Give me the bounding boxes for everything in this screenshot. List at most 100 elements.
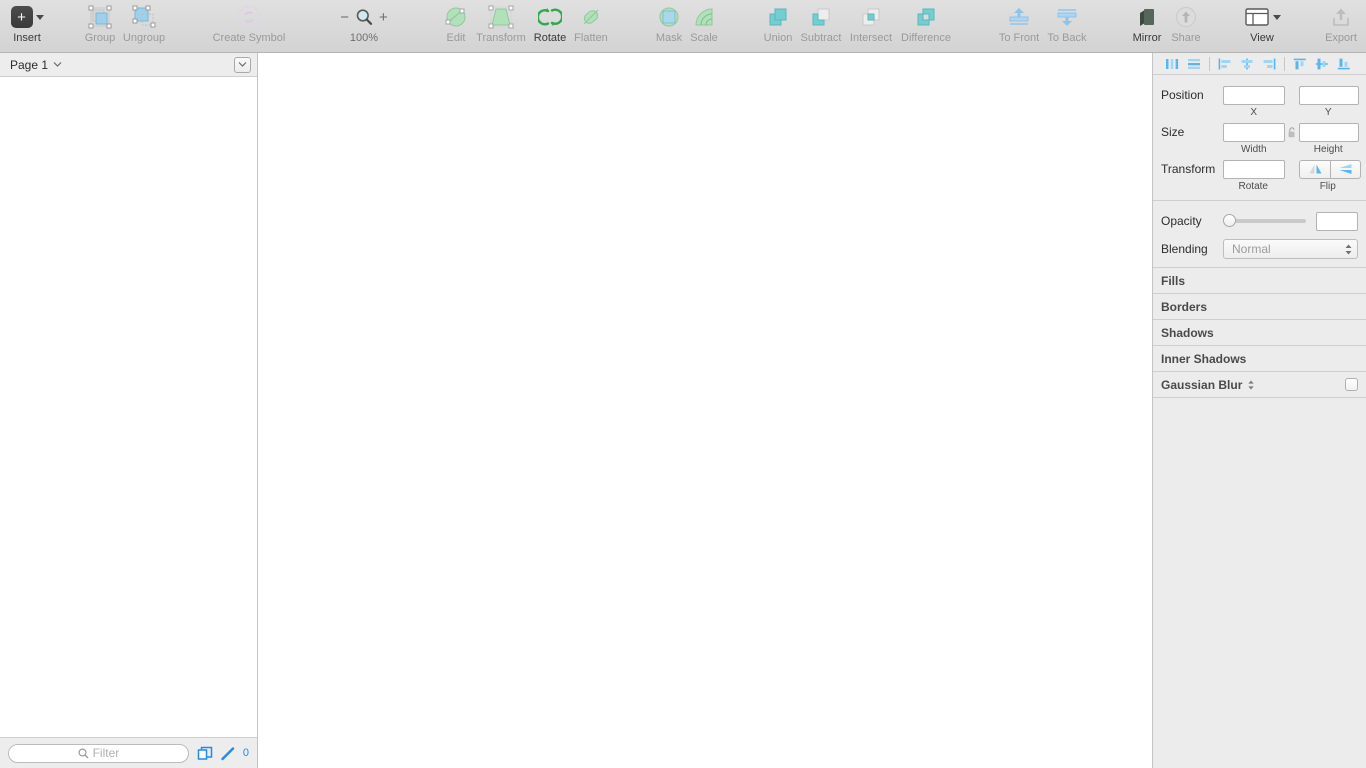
align-bottom-button[interactable] (1333, 54, 1355, 74)
toolbar-export[interactable]: Export (1317, 4, 1365, 44)
page-selector-bar[interactable]: Page 1 (0, 53, 257, 77)
size-height-sublabel: Height (1313, 144, 1343, 155)
toolbar-rotate-label: Rotate (533, 32, 567, 44)
main-toolbar: + Insert Group Ungroup Create Symbol − +… (0, 0, 1366, 53)
page-selector[interactable]: Page 1 (10, 58, 62, 72)
section-inner-shadows-title: Inner Shadows (1161, 351, 1247, 366)
artboards-icon[interactable] (197, 746, 213, 761)
difference-icon (914, 4, 938, 30)
align-right-button[interactable] (1258, 54, 1280, 74)
toolbar-create-symbol-label: Create Symbol (212, 32, 286, 44)
section-fills[interactable]: Fills (1153, 268, 1366, 294)
position-row: Position (1153, 83, 1366, 107)
toolbar-export-label: Export (1325, 32, 1357, 44)
toolbar-intersect-label: Intersect (849, 32, 893, 44)
toolbar-transform[interactable]: Transform (467, 4, 535, 44)
toolbar-difference[interactable]: Difference (893, 4, 959, 44)
toolbar-subtract[interactable]: Subtract (793, 4, 849, 44)
layers-sidebar: Page 1 Filter 0 (0, 53, 258, 768)
section-gaussian-blur-title: Gaussian Blur (1161, 378, 1255, 392)
flip-vertical-button[interactable] (1330, 159, 1361, 179)
distribute-horizontal-icon (1166, 58, 1179, 69)
inspector-empty-area (1153, 398, 1366, 768)
position-x-sublabel: X (1250, 107, 1258, 118)
size-label: Size (1161, 125, 1185, 139)
size-width-sublabel: Width (1240, 144, 1267, 155)
toolbar-to-front[interactable]: To Front (993, 4, 1045, 44)
position-sublabels: X Y (1153, 107, 1366, 120)
section-gaussian-blur[interactable]: Gaussian Blur (1153, 372, 1366, 398)
toolbar-scale-label: Scale (690, 32, 718, 44)
gaussian-blur-label: Gaussian Blur (1161, 377, 1243, 392)
zoom-out-icon[interactable]: − (340, 10, 349, 25)
distribute-vertically-button[interactable] (1183, 54, 1205, 74)
section-inner-shadows[interactable]: Inner Shadows (1153, 346, 1366, 372)
toolbar-divider-2 (1284, 56, 1285, 71)
flatten-icon (579, 4, 603, 30)
size-height-input[interactable] (1299, 122, 1359, 142)
rotate-sublabel: Rotate (1238, 181, 1268, 192)
size-width-input[interactable] (1223, 122, 1285, 142)
toolbar-transform-label: Transform (476, 32, 526, 44)
group-icon (87, 4, 113, 30)
toolbar-flatten[interactable]: Flatten (569, 4, 613, 44)
distribute-horizontally-button[interactable] (1161, 54, 1183, 74)
mask-icon (657, 4, 681, 30)
zoom-level-label: 100% (349, 32, 379, 44)
position-y-input[interactable] (1299, 85, 1359, 105)
filter-placeholder: Filter (92, 746, 120, 760)
align-bottom-icon (1337, 58, 1350, 69)
toolbar-to-back[interactable]: To Back (1041, 4, 1093, 44)
section-borders-title: Borders (1161, 299, 1208, 314)
flip-horizontal-button[interactable] (1299, 159, 1330, 179)
toolbar-ungroup[interactable]: Ungroup (119, 4, 169, 44)
toolbar-intersect[interactable]: Intersect (843, 4, 899, 44)
toolbar-share-label: Share (1171, 32, 1201, 44)
align-center-button[interactable] (1236, 54, 1258, 74)
canvas-area[interactable] (258, 53, 1152, 768)
rotate-input[interactable] (1223, 159, 1285, 179)
toolbar-create-symbol[interactable]: Create Symbol (207, 4, 291, 44)
stepper-icon[interactable] (1247, 379, 1255, 391)
gaussian-blur-checkbox[interactable] (1345, 378, 1358, 391)
lock-open-icon[interactable] (1285, 126, 1299, 138)
toolbar-scale[interactable]: Scale (684, 4, 724, 44)
toolbar-insert[interactable]: + Insert (5, 4, 49, 44)
sketch-app-window: + Insert Group Ungroup Create Symbol − +… (0, 0, 1366, 768)
transform-label: Transform (1161, 162, 1216, 176)
toolbar-edit-label: Edit (446, 32, 466, 44)
stepper-icon (1345, 244, 1352, 254)
position-y-sublabel: Y (1324, 107, 1332, 118)
opacity-slider-handle[interactable] (1223, 214, 1236, 227)
plus-square-icon: + (10, 4, 44, 30)
opacity-slider[interactable] (1223, 214, 1306, 227)
align-top-button[interactable] (1289, 54, 1311, 74)
align-middle-button[interactable] (1311, 54, 1333, 74)
section-fills-title: Fills (1161, 273, 1186, 288)
intersect-icon (859, 4, 883, 30)
align-left-icon (1218, 58, 1231, 69)
zoom-in-icon[interactable]: + (379, 10, 388, 25)
page-options-button[interactable] (234, 56, 251, 73)
align-left-button[interactable] (1214, 54, 1236, 74)
size-row: Size (1153, 120, 1366, 144)
layer-list[interactable] (0, 77, 257, 738)
section-borders[interactable]: Borders (1153, 294, 1366, 320)
pen-icon[interactable] (221, 746, 235, 761)
export-icon (1329, 4, 1353, 30)
opacity-input[interactable] (1316, 211, 1358, 231)
align-center-icon (1241, 58, 1253, 69)
flip-horizontal-icon (1309, 164, 1321, 174)
align-right-icon (1263, 58, 1276, 69)
toolbar-zoom[interactable]: − + 100% (333, 4, 395, 44)
toolbar-rotate[interactable]: Rotate (528, 4, 572, 44)
toolbar-group[interactable]: Group (78, 4, 122, 44)
blending-select[interactable]: Normal (1223, 239, 1358, 259)
filter-input[interactable]: Filter (8, 743, 189, 763)
toolbar-mask-label: Mask (655, 32, 683, 44)
magnifier-icon[interactable] (354, 7, 374, 27)
toolbar-view[interactable]: View (1236, 4, 1288, 44)
position-x-input[interactable] (1223, 85, 1285, 105)
toolbar-share[interactable]: Share (1163, 4, 1209, 44)
section-shadows[interactable]: Shadows (1153, 320, 1366, 346)
